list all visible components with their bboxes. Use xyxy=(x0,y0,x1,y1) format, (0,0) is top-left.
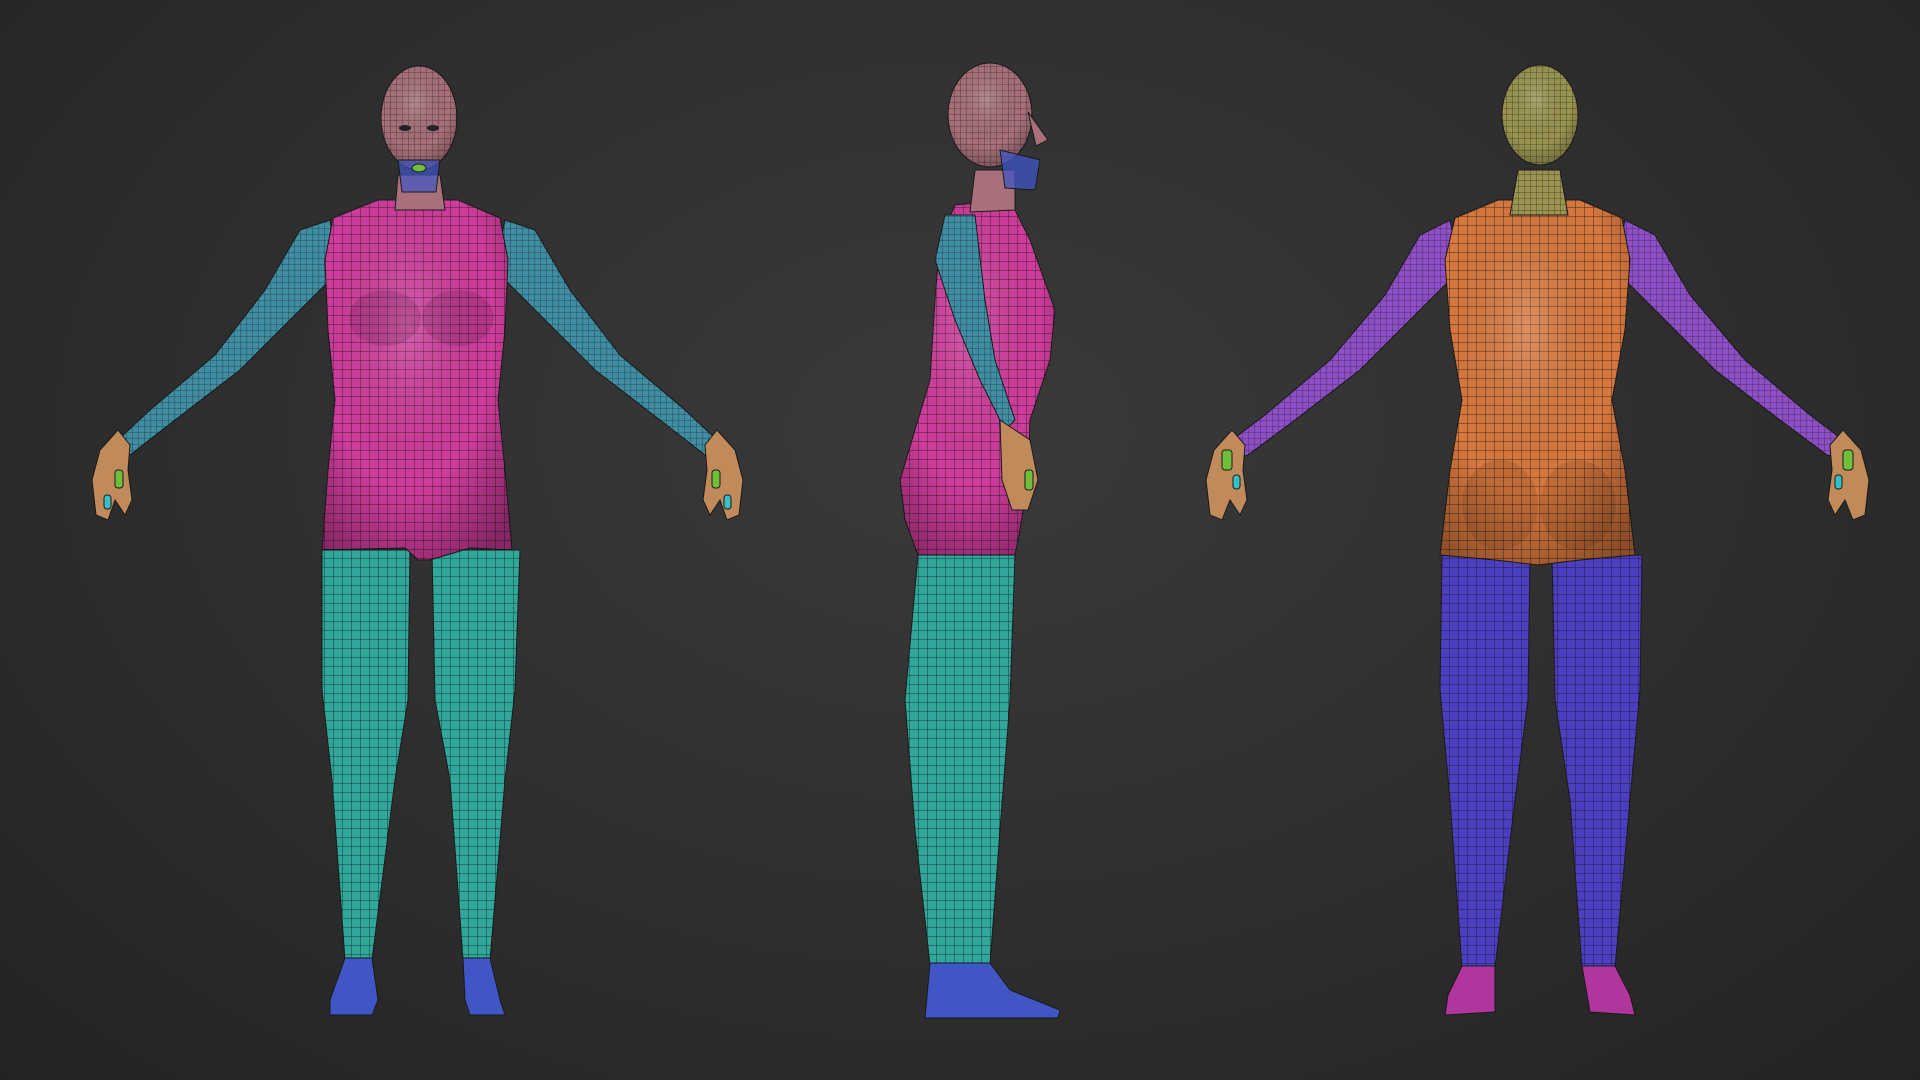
front-head xyxy=(380,65,458,211)
front-right-arm xyxy=(494,219,724,461)
front-legs xyxy=(321,549,521,961)
side-legs xyxy=(904,554,1016,966)
front-right-hand xyxy=(702,429,744,521)
back-torso xyxy=(1439,199,1636,566)
back-view-figure[interactable] xyxy=(1205,64,1870,1016)
back-head xyxy=(1501,64,1579,216)
front-view-figure[interactable] xyxy=(91,65,744,1016)
side-foot xyxy=(924,962,1061,1019)
back-left-arm xyxy=(1227,219,1461,461)
back-feet xyxy=(1444,965,1636,1016)
back-legs xyxy=(1439,554,1643,969)
front-left-arm xyxy=(111,219,341,461)
side-view-figure[interactable] xyxy=(899,62,1061,1019)
back-right-arm xyxy=(1614,219,1848,461)
sculpt-viewport[interactable] xyxy=(0,0,1920,1080)
side-head xyxy=(947,62,1049,213)
front-feet xyxy=(329,957,506,1016)
front-torso xyxy=(321,199,513,561)
front-left-hand xyxy=(91,429,133,521)
